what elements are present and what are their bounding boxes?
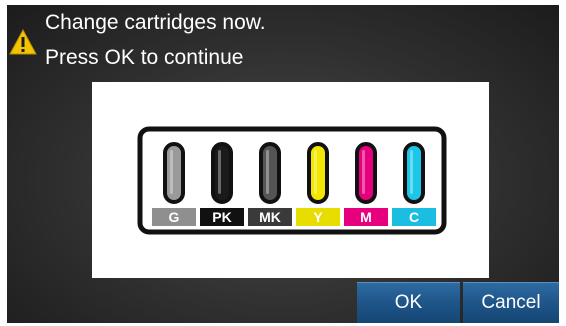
- cartridge-mk: [259, 142, 281, 204]
- cartridge-m: [355, 142, 377, 204]
- warning-triangle-icon: [9, 29, 37, 55]
- cancel-button[interactable]: Cancel: [463, 282, 559, 323]
- ok-button[interactable]: OK: [357, 282, 460, 323]
- message-line-1: Change cartridges now.: [45, 11, 266, 34]
- cartridge-label: Y: [313, 209, 323, 225]
- cartridge-highlight: [362, 150, 365, 194]
- cartridge-highlight: [410, 150, 413, 194]
- cartridge-label: M: [360, 209, 372, 225]
- cartridge-highlight: [218, 150, 221, 194]
- cartridge-illustration: G PK MK Y M C: [137, 126, 447, 235]
- cartridge-label: PK: [212, 209, 231, 225]
- cartridge-highlight: [314, 150, 317, 194]
- cartridge-highlight: [170, 150, 173, 194]
- cartridge-label: G: [169, 209, 180, 225]
- cartridge-g: [163, 142, 185, 204]
- message-header: Change cartridges now. Press OK to conti…: [7, 5, 559, 77]
- message-line-2: Press OK to continue: [45, 46, 244, 69]
- cartridge-pk: [211, 142, 233, 204]
- cartridge-label: C: [409, 209, 419, 225]
- cartridge-c: [403, 142, 425, 204]
- cartridge-y: [307, 142, 329, 204]
- printer-screen: Change cartridges now. Press OK to conti…: [7, 5, 559, 323]
- cartridge-label: MK: [259, 209, 281, 225]
- cartridge-illustration-panel: G PK MK Y M C: [92, 82, 489, 278]
- cartridge-highlight: [266, 150, 269, 194]
